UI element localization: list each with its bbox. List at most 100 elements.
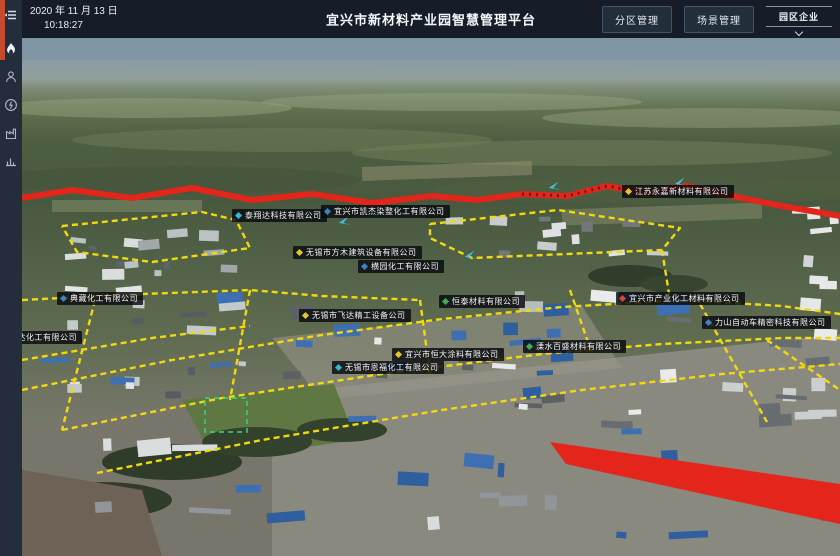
header-time: 10:18:27 (44, 19, 118, 33)
plane-icon[interactable] (338, 217, 351, 229)
sidebar-item-factory[interactable] (0, 120, 22, 146)
company-label[interactable]: 昌达化工有限公司 (22, 331, 82, 344)
building (499, 495, 528, 507)
building (498, 463, 505, 477)
building (537, 241, 557, 250)
building (810, 227, 832, 234)
park-enterprise-dropdown[interactable]: 园区企业 (766, 6, 832, 35)
company-label-text: 宜兴市凯杰染整化工有限公司 (334, 206, 445, 217)
company-marker-icon (235, 212, 242, 219)
building (769, 338, 802, 348)
building (283, 371, 301, 379)
company-label[interactable]: 恒泰材料有限公司 (439, 295, 525, 308)
company-label[interactable]: 力山自动车精密科技有限公司 (702, 316, 831, 329)
building (210, 362, 232, 368)
company-label[interactable]: 泰翔达科技有限公司 (232, 209, 327, 222)
company-label-text: 溧水百盛材料有限公司 (536, 341, 621, 352)
building (616, 531, 627, 538)
building (334, 324, 360, 337)
building (621, 428, 641, 434)
building (67, 384, 82, 393)
building (628, 409, 641, 415)
company-label[interactable]: 宜兴市恒大涂料有限公司 (392, 348, 504, 361)
company-label[interactable]: 横园化工有限公司 (358, 260, 444, 273)
building (95, 501, 112, 513)
scene-manage-button[interactable]: 场景管理 (684, 6, 754, 33)
chart-icon (4, 154, 18, 168)
company-label-text: 江苏永嘉新材料有限公司 (635, 186, 729, 197)
company-label[interactable]: 无锡市飞达精工设备公司 (299, 309, 411, 322)
company-label[interactable]: 无锡市恩福化工有限公司 (332, 361, 444, 374)
building (164, 262, 171, 270)
sidebar-item-power[interactable] (0, 92, 22, 118)
company-marker-icon (60, 295, 67, 302)
building (590, 290, 618, 303)
company-label-text: 恒泰材料有限公司 (452, 296, 520, 307)
building (537, 370, 553, 376)
page-title: 宜兴市新材料产业园智慧管理平台 (326, 10, 536, 29)
sidebar (0, 0, 22, 556)
building (666, 316, 691, 323)
company-label[interactable]: 溧水百盛材料有限公司 (523, 340, 626, 353)
company-label-text: 宜兴市恒大涂料有限公司 (405, 349, 499, 360)
company-marker-icon (361, 263, 368, 270)
building (397, 471, 428, 486)
company-label-text: 无锡市恩福化工有限公司 (345, 362, 439, 373)
company-label[interactable]: 宜兴市凯杰染整化工有限公司 (321, 205, 450, 218)
company-marker-icon (395, 351, 402, 358)
header-date: 2020 年 11 月 13 日 (30, 5, 118, 19)
company-label-text: 昌达化工有限公司 (22, 332, 77, 343)
company-label[interactable]: 江苏永嘉新材料有限公司 (622, 185, 734, 198)
zone-manage-button[interactable]: 分区管理 (602, 6, 672, 33)
building (124, 261, 138, 269)
building (102, 269, 124, 280)
map-3d-view[interactable]: 泰翔达科技有限公司 宜兴市凯杰染整化工有限公司 江苏永嘉新材料有限公司无锡市方木建筑… (22, 38, 840, 556)
company-label[interactable]: 典藏化工有限公司 (57, 292, 143, 305)
building (621, 421, 633, 428)
power-icon (4, 98, 18, 112)
building (188, 367, 195, 376)
datetime-block: 2020 年 11 月 13 日 10:18:27 (30, 5, 118, 33)
building (180, 312, 207, 318)
company-label-text: 横园化工有限公司 (371, 261, 439, 272)
company-marker-icon (625, 188, 632, 195)
building (40, 358, 69, 364)
building (809, 275, 828, 284)
building (374, 337, 382, 344)
company-label[interactable]: 无锡市方木建筑设备有限公司 (293, 246, 422, 259)
sidebar-item-person[interactable] (0, 64, 22, 90)
building (132, 318, 144, 324)
building (480, 492, 501, 498)
building (103, 438, 112, 451)
app-root: 2020 年 11 月 13 日 10:18:27 宜兴市新材料产业园智慧管理平… (0, 0, 840, 556)
building (427, 516, 440, 530)
header: 2020 年 11 月 13 日 10:18:27 宜兴市新材料产业园智慧管理平… (22, 0, 840, 38)
building (722, 382, 743, 392)
building (154, 270, 161, 276)
main-panel: 2020 年 11 月 13 日 10:18:27 宜兴市新材料产业园智慧管理平… (22, 0, 840, 556)
building (199, 230, 219, 241)
building (89, 246, 97, 251)
dropdown-label: 园区企业 (766, 10, 832, 23)
company-label-text: 无锡市飞达精工设备公司 (312, 310, 406, 321)
building (165, 391, 181, 398)
company-label-text: 无锡市方木建筑设备有限公司 (306, 247, 417, 258)
building (518, 403, 527, 409)
company-label-text: 泰翔达科技有限公司 (245, 210, 322, 221)
chevron-down-icon (795, 28, 803, 36)
building (296, 340, 313, 348)
building (539, 216, 551, 221)
company-marker-icon (302, 312, 309, 319)
building (571, 234, 579, 244)
company-label-text: 典藏化工有限公司 (70, 293, 138, 304)
yellow-road (62, 300, 95, 430)
building (581, 222, 593, 232)
company-label[interactable]: 宜兴市产业化工材料有限公司 (616, 292, 745, 305)
sidebar-item-stats[interactable] (0, 148, 22, 174)
building (451, 330, 466, 340)
building (759, 414, 792, 428)
building (167, 228, 188, 238)
company-marker-icon (324, 208, 331, 215)
flame-icon (4, 42, 18, 56)
menu-icon (4, 8, 18, 22)
